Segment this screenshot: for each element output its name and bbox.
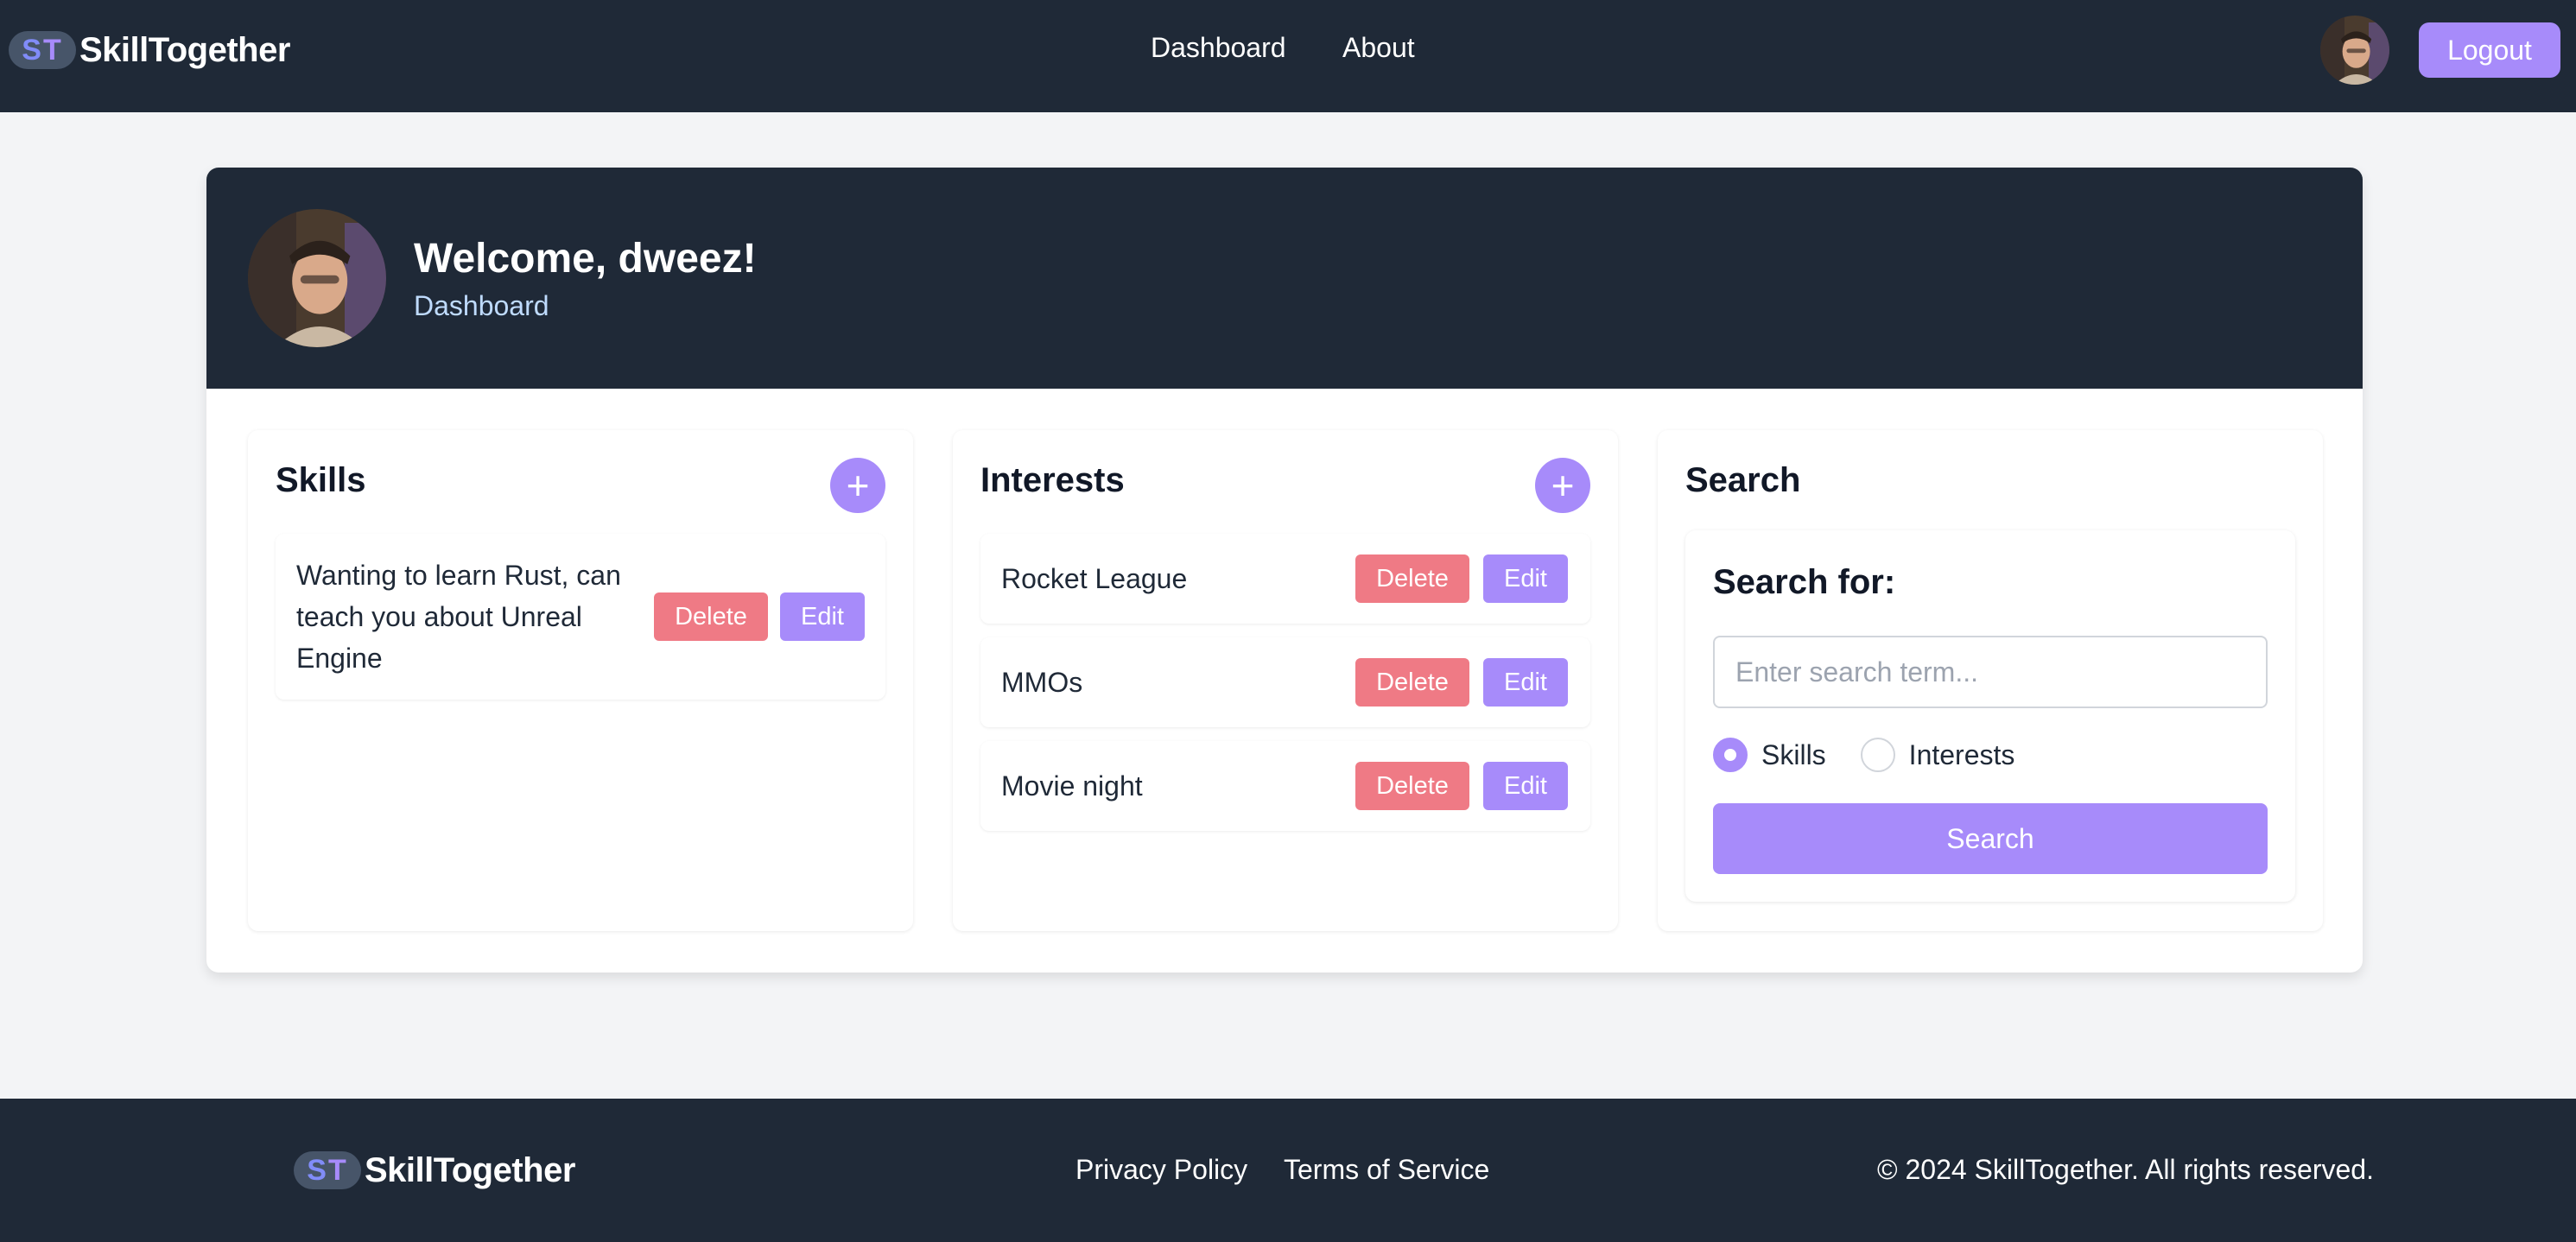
interest-item-text: Rocket League <box>1001 563 1188 594</box>
search-button[interactable]: Search <box>1713 803 2268 874</box>
welcome-title: Welcome, dweez! <box>414 236 757 282</box>
interest-item: MMOs Delete Edit <box>980 637 1590 727</box>
user-avatar-icon[interactable] <box>2320 16 2389 85</box>
edit-interest-button[interactable]: Edit <box>1483 762 1568 810</box>
edit-skill-button[interactable]: Edit <box>780 592 865 641</box>
interests-title: Interests <box>980 461 1125 499</box>
skilltogether-logo-icon: ST <box>9 31 76 69</box>
add-interest-button[interactable]: + <box>1535 458 1590 513</box>
search-input[interactable] <box>1713 636 2268 708</box>
radio-interests[interactable] <box>1860 738 1895 772</box>
privacy-policy-link[interactable]: Privacy Policy <box>1075 1154 1247 1186</box>
user-avatar-icon <box>248 209 386 347</box>
search-type-options: Skills Interests <box>1713 736 2049 774</box>
plus-icon: + <box>1551 463 1575 508</box>
dashboard-card: Welcome, dweez! Dashboard Skills + Wanti… <box>206 168 2363 973</box>
plus-icon: + <box>846 463 870 508</box>
footer: ST SkillTogether Privacy Policy Terms of… <box>0 1099 2576 1242</box>
skilltogether-logo-icon: ST <box>294 1151 361 1189</box>
avatar-image <box>2320 16 2389 85</box>
logout-button[interactable]: Logout <box>2419 22 2560 78</box>
interest-item: Rocket League Delete Edit <box>980 534 1590 624</box>
interest-item-text: Movie night <box>1001 770 1143 802</box>
footer-brand-name: SkillTogether <box>365 1150 575 1189</box>
nav-link-dashboard[interactable]: Dashboard <box>1151 32 1286 64</box>
delete-interest-button[interactable]: Delete <box>1355 554 1469 603</box>
search-title: Search <box>1685 461 1801 499</box>
nav-link-about[interactable]: About <box>1342 32 1415 64</box>
search-panel: Search Search for: Skills Interests Sear… <box>1658 430 2323 931</box>
radio-interests-label[interactable]: Interests <box>1909 739 2015 771</box>
edit-interest-button[interactable]: Edit <box>1483 658 1568 707</box>
navbar: ST SkillTogether Dashboard About Logout <box>0 0 2576 112</box>
copyright-text: © 2024 SkillTogether. All rights reserve… <box>1877 1154 2374 1185</box>
delete-interest-button[interactable]: Delete <box>1355 762 1469 810</box>
skills-panel: Skills + Wanting to learn Rust, can teac… <box>248 430 913 931</box>
delete-interest-button[interactable]: Delete <box>1355 658 1469 707</box>
edit-interest-button[interactable]: Edit <box>1483 554 1568 603</box>
skill-item: Wanting to learn Rust, can teach you abo… <box>276 534 885 700</box>
radio-skills-label[interactable]: Skills <box>1761 739 1826 771</box>
avatar-image <box>248 209 386 347</box>
terms-of-service-link[interactable]: Terms of Service <box>1284 1154 1489 1186</box>
skill-item-text: Wanting to learn Rust, can teach you abo… <box>296 560 621 674</box>
delete-skill-button[interactable]: Delete <box>654 592 768 641</box>
radio-skills[interactable] <box>1713 738 1748 772</box>
interests-panel: Interests + Rocket League Delete Edit MM… <box>953 430 1618 931</box>
brand[interactable]: ST SkillTogether <box>9 29 290 71</box>
page-subtitle: Dashboard <box>414 290 549 321</box>
welcome-header: Welcome, dweez! Dashboard <box>206 168 2363 389</box>
skills-title: Skills <box>276 461 366 499</box>
footer-brand[interactable]: ST SkillTogether <box>294 1150 575 1191</box>
brand-name: SkillTogether <box>79 30 290 69</box>
add-skill-button[interactable]: + <box>830 458 885 513</box>
search-for-label: Search for: <box>1713 563 1896 601</box>
search-form: Search for: Skills Interests Search <box>1685 530 2295 902</box>
interest-item: Movie night Delete Edit <box>980 741 1590 831</box>
interest-item-text: MMOs <box>1001 667 1083 698</box>
